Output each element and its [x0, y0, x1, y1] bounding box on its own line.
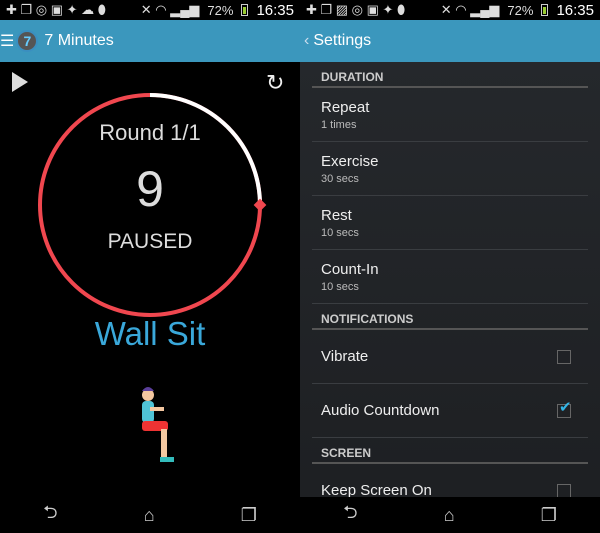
settings-list[interactable]: DURATION Repeat 1 times Exercise 30 secs Rest… — [300, 62, 600, 497]
app-bar: ☰ 7 7 Minutes — [0, 20, 300, 62]
recents-icon[interactable]: ❐ — [241, 505, 257, 526]
setting-item[interactable]: Keep Screen On — [312, 464, 588, 497]
battery-percent: 72% — [507, 2, 534, 18]
recents-icon[interactable]: ❐ — [541, 505, 557, 526]
setting-title: Rest — [321, 206, 352, 224]
setting-item[interactable]: Count-In 10 secs — [312, 250, 588, 304]
battery-icon — [541, 4, 549, 16]
app-title: 7 Minutes — [44, 32, 114, 49]
settings-title: Settings — [313, 32, 372, 49]
section-header: NOTIFICATIONS — [312, 304, 588, 330]
setting-title: Repeat — [321, 98, 370, 116]
menu-icon[interactable]: ☰ — [0, 31, 14, 51]
setting-item[interactable]: Vibrate — [312, 330, 588, 384]
battery-percent: 72% — [207, 2, 234, 18]
signal-icons: ✕ ◠ ▂▄▆ — [440, 2, 500, 17]
round-label: Round 1/1 — [99, 120, 201, 145]
checkbox[interactable] — [557, 398, 572, 418]
setting-title: Audio Countdown — [321, 402, 440, 419]
back-icon[interactable]: ⮌ — [343, 500, 357, 530]
workout-screen: ✚ ❐ ◎ ▣ ✦ ☁ ⬮ ✕ ◠ ▂▄▆ 72% 16:35 ☰ 7 7 Minut… — [0, 0, 300, 533]
checkbox[interactable] — [557, 483, 571, 497]
clock: 16:35 — [556, 1, 594, 19]
wall-sit-figure-icon — [142, 387, 174, 462]
back-icon[interactable]: ⮌ — [43, 500, 57, 530]
app-logo[interactable]: 7 — [16, 30, 39, 52]
countdown: 9 — [136, 161, 164, 217]
home-icon[interactable]: ⌂ — [444, 505, 455, 526]
nav-bar: ⮌ ⌂ ❐ — [0, 497, 300, 533]
setting-title: Count-In — [321, 260, 379, 278]
setting-item[interactable]: Exercise 30 secs — [312, 142, 588, 196]
settings-screen: ✚ ❐ ▨ ◎ ▣ ✦ ⬮ ✕ ◠ ▂▄▆ 72% 16:35 ‹ Settings … — [300, 0, 600, 533]
battery-icon — [241, 4, 249, 16]
setting-summary: 30 secs — [321, 172, 359, 185]
home-icon[interactable]: ⌂ — [144, 505, 155, 526]
setting-item[interactable]: Rest 10 secs — [312, 196, 588, 250]
setting-title: Exercise — [321, 152, 379, 170]
exercise-name: Wall Sit — [94, 315, 206, 352]
state-label: PAUSED — [107, 230, 193, 253]
signal-icons: ✕ ◠ ▂▄▆ — [140, 2, 200, 17]
section-header: SCREEN — [312, 438, 588, 464]
clock: 16:35 — [256, 1, 294, 19]
status-bar: ✚ ❐ ▨ ◎ ▣ ✦ ⬮ ✕ ◠ ▂▄▆ 72% 16:35 — [300, 0, 600, 20]
setting-item[interactable]: Audio Countdown — [312, 384, 588, 438]
app-bar[interactable]: ‹ Settings — [300, 20, 600, 62]
notification-icons: ✚ ❐ ◎ ▣ ✦ ☁ ⬮ — [6, 2, 106, 17]
setting-summary: 10 secs — [321, 280, 359, 293]
status-bar: ✚ ❐ ◎ ▣ ✦ ☁ ⬮ ✕ ◠ ▂▄▆ 72% 16:35 — [0, 0, 300, 20]
checkbox[interactable] — [557, 349, 571, 364]
back-chevron-icon[interactable]: ‹ — [304, 32, 309, 50]
section-header: DURATION — [312, 62, 588, 88]
notification-icons: ✚ ❐ ▨ ◎ ▣ ✦ ⬮ — [306, 2, 406, 17]
nav-bar: ⮌ ⌂ ❐ — [300, 497, 600, 533]
setting-item[interactable]: Repeat 1 times — [312, 88, 588, 142]
setting-summary: 10 secs — [321, 226, 359, 239]
setting-title: Vibrate — [321, 348, 369, 365]
setting-title: Keep Screen On — [321, 482, 432, 497]
setting-summary: 1 times — [321, 118, 357, 131]
